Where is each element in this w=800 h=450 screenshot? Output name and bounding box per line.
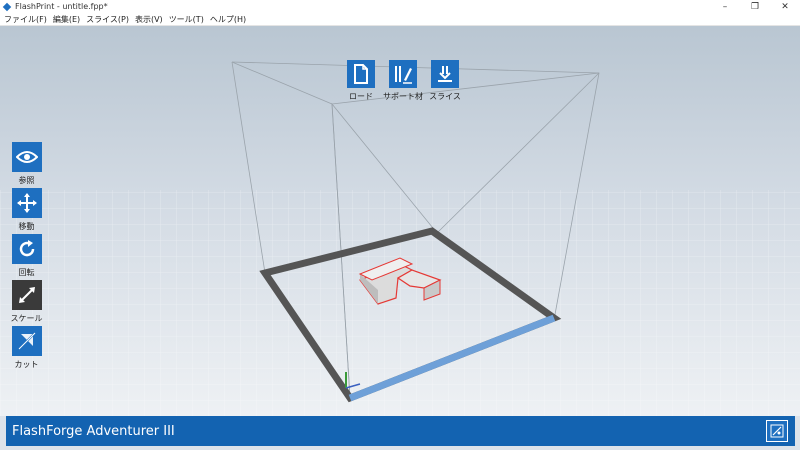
support-label: サポート材 [383, 92, 423, 101]
rotate-tool[interactable]: 回転 [11, 234, 42, 280]
slice-tool[interactable]: スライス [424, 60, 466, 102]
move-icon [16, 193, 37, 213]
cut-icon [18, 332, 35, 350]
cut-button[interactable] [11, 326, 42, 356]
title-bar: FlashPrint - untitle.fpp* – ❐ ✕ [0, 0, 800, 13]
menu-help[interactable]: ヘルプ(H) [210, 14, 246, 25]
view-label: 参照 [18, 176, 35, 185]
scale-icon [18, 287, 35, 303]
file-icon [354, 64, 368, 84]
status-bar: FlashForge Adventurer III [6, 416, 795, 446]
slice-label: スライス [429, 92, 461, 101]
restore-button[interactable]: ❐ [740, 0, 770, 13]
printer-settings-icon [770, 424, 784, 438]
close-button[interactable]: ✕ [770, 0, 800, 13]
window-title: FlashPrint - untitle.fpp* [15, 2, 108, 11]
menu-tools[interactable]: ツール(T) [169, 14, 204, 25]
rotate-button[interactable] [11, 234, 42, 264]
support-icon [395, 66, 412, 84]
cut-tool[interactable]: カット [11, 326, 42, 372]
scale-button[interactable] [11, 280, 42, 310]
load-label: ロード [349, 92, 373, 101]
slice-icon [438, 66, 452, 82]
move-label: 移動 [18, 222, 35, 231]
top-toolbar: ロード サポート材 スライス [340, 60, 466, 102]
support-tool[interactable]: サポート材 [382, 60, 424, 102]
menu-slice[interactable]: スライス(P) [86, 14, 129, 25]
load-button[interactable] [347, 60, 375, 88]
load-tool[interactable]: ロード [340, 60, 382, 102]
eye-icon [15, 151, 38, 163]
slice-button[interactable] [431, 60, 459, 88]
3d-viewport[interactable]: ロード サポート材 スライス 参照 移動 回転 スケール カット [0, 26, 800, 416]
menu-edit[interactable]: 編集(E) [53, 14, 80, 25]
scale-label: スケール [10, 314, 43, 323]
view-button[interactable] [11, 142, 42, 172]
menu-bar: ファイル(F) 編集(E) スライス(P) 表示(V) ツール(T) ヘルプ(H… [0, 13, 800, 26]
minimize-button[interactable]: – [710, 0, 740, 13]
printer-name[interactable]: FlashForge Adventurer III [12, 424, 175, 439]
menu-view[interactable]: 表示(V) [135, 14, 163, 25]
window-controls: – ❐ ✕ [710, 0, 800, 13]
left-toolbar: 参照 移動 回転 スケール カット [10, 142, 43, 372]
rotate-icon [19, 240, 34, 257]
view-tool[interactable]: 参照 [11, 142, 42, 188]
move-button[interactable] [11, 188, 42, 218]
support-button[interactable] [389, 60, 417, 88]
menu-file[interactable]: ファイル(F) [4, 14, 47, 25]
printer-settings-button[interactable] [766, 420, 788, 442]
rotate-label: 回転 [18, 268, 35, 277]
move-tool[interactable]: 移動 [11, 188, 42, 234]
app-logo-icon [2, 2, 12, 11]
scale-tool[interactable]: スケール [10, 280, 43, 326]
cut-label: カット [14, 360, 39, 369]
